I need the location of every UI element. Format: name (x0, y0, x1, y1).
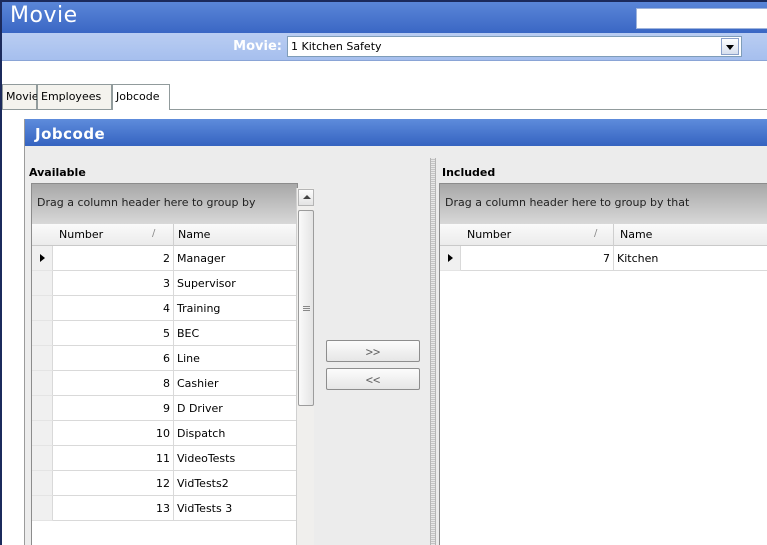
name-cell[interactable]: Manager (174, 246, 297, 271)
remove-button[interactable]: << (326, 368, 420, 390)
available-column-header: Number / Name (32, 224, 297, 246)
number-cell[interactable]: 2 (53, 246, 174, 271)
title-search-box[interactable] (636, 8, 767, 29)
number-cell[interactable]: 13 (53, 496, 174, 521)
name-cell[interactable]: D Driver (174, 396, 297, 421)
row-selector[interactable] (32, 371, 53, 396)
included-grid: Drag a column header here to group by th… (439, 183, 767, 545)
movie-dropdown[interactable]: 1 Kitchen Safety (287, 36, 742, 57)
row-indicator-icon[interactable] (440, 246, 461, 271)
name-cell[interactable]: Line (174, 346, 297, 371)
add-button[interactable]: >> (326, 340, 420, 362)
table-row[interactable]: 10 Dispatch (32, 421, 297, 446)
table-row[interactable]: 13 VidTests 3 (32, 496, 297, 521)
name-cell[interactable]: Cashier (174, 371, 297, 396)
table-row[interactable]: 4 Training (32, 296, 297, 321)
name-cell[interactable]: Supervisor (174, 271, 297, 296)
row-selector[interactable] (32, 346, 53, 371)
name-cell[interactable]: Dispatch (174, 421, 297, 446)
available-name-header[interactable]: Name (178, 228, 210, 241)
tab-employees[interactable]: Employees (37, 84, 112, 109)
name-cell[interactable]: VidTests2 (174, 471, 297, 496)
number-cell[interactable]: 3 (53, 271, 174, 296)
row-selector[interactable] (32, 446, 53, 471)
sort-icon: / (152, 228, 156, 239)
included-label: Included (442, 166, 496, 179)
scroll-thumb[interactable] (298, 210, 314, 406)
movie-window: Movie Movie: 1 Kitchen Safety Movie Empl… (0, 0, 767, 545)
chevron-down-icon[interactable] (721, 38, 739, 55)
number-cell[interactable]: 10 (53, 421, 174, 446)
table-row[interactable]: 8 Cashier (32, 371, 297, 396)
available-group-panel[interactable]: Drag a column header here to group by (32, 184, 297, 224)
name-cell[interactable]: Kitchen (614, 246, 767, 271)
table-row[interactable]: 6 Line (32, 346, 297, 371)
panel-splitter[interactable] (430, 158, 436, 545)
movie-dropdown-value: 1 Kitchen Safety (291, 40, 382, 53)
row-indicator-icon[interactable] (32, 246, 53, 271)
column-separator (173, 224, 174, 246)
column-separator (613, 224, 614, 246)
number-cell[interactable]: 9 (53, 396, 174, 421)
row-selector[interactable] (32, 496, 53, 521)
row-selector[interactable] (32, 396, 53, 421)
available-scrollbar[interactable] (296, 188, 314, 545)
tab-strip: Movie Employees Jobcode (2, 84, 767, 110)
table-row[interactable]: 3 Supervisor (32, 271, 297, 296)
number-cell[interactable]: 11 (53, 446, 174, 471)
number-cell[interactable]: 12 (53, 471, 174, 496)
row-selector[interactable] (32, 321, 53, 346)
included-number-header[interactable]: Number (467, 228, 511, 241)
movie-selector-label: Movie: (233, 39, 282, 54)
table-row[interactable]: 12 VidTests2 (32, 471, 297, 496)
number-cell[interactable]: 4 (53, 296, 174, 321)
name-cell[interactable]: BEC (174, 321, 297, 346)
row-selector[interactable] (32, 271, 53, 296)
name-cell[interactable]: Training (174, 296, 297, 321)
grip-icon (303, 306, 310, 307)
table-row[interactable]: 7 Kitchen (440, 246, 767, 271)
table-row[interactable]: 2 Manager (32, 246, 297, 271)
tab-movie[interactable]: Movie (2, 84, 39, 109)
panel-title: Jobcode (25, 119, 767, 146)
window-title: Movie (10, 3, 78, 28)
number-cell[interactable]: 8 (53, 371, 174, 396)
included-group-panel[interactable]: Drag a column header here to group by th… (440, 184, 767, 224)
sort-icon: / (594, 228, 598, 239)
number-cell[interactable]: 7 (461, 246, 614, 271)
title-bar: Movie (2, 2, 767, 33)
table-row[interactable]: 11 VideoTests (32, 446, 297, 471)
row-selector[interactable] (32, 421, 53, 446)
table-row[interactable]: 5 BEC (32, 321, 297, 346)
movie-selector-bar: Movie: 1 Kitchen Safety (2, 33, 767, 61)
included-column-header: Number / Name (440, 224, 767, 246)
number-cell[interactable]: 5 (53, 321, 174, 346)
number-cell[interactable]: 6 (53, 346, 174, 371)
name-cell[interactable]: VideoTests (174, 446, 297, 471)
row-selector[interactable] (32, 296, 53, 321)
scroll-up-icon[interactable] (298, 189, 314, 206)
tab-jobcode[interactable]: Jobcode (112, 84, 170, 110)
name-cell[interactable]: VidTests 3 (174, 496, 297, 521)
row-selector[interactable] (32, 471, 53, 496)
available-grid: Drag a column header here to group by Nu… (31, 183, 298, 545)
table-row[interactable]: 9D Driver (32, 396, 297, 421)
available-number-header[interactable]: Number (59, 228, 103, 241)
included-name-header[interactable]: Name (620, 228, 652, 241)
available-label: Available (29, 166, 86, 179)
